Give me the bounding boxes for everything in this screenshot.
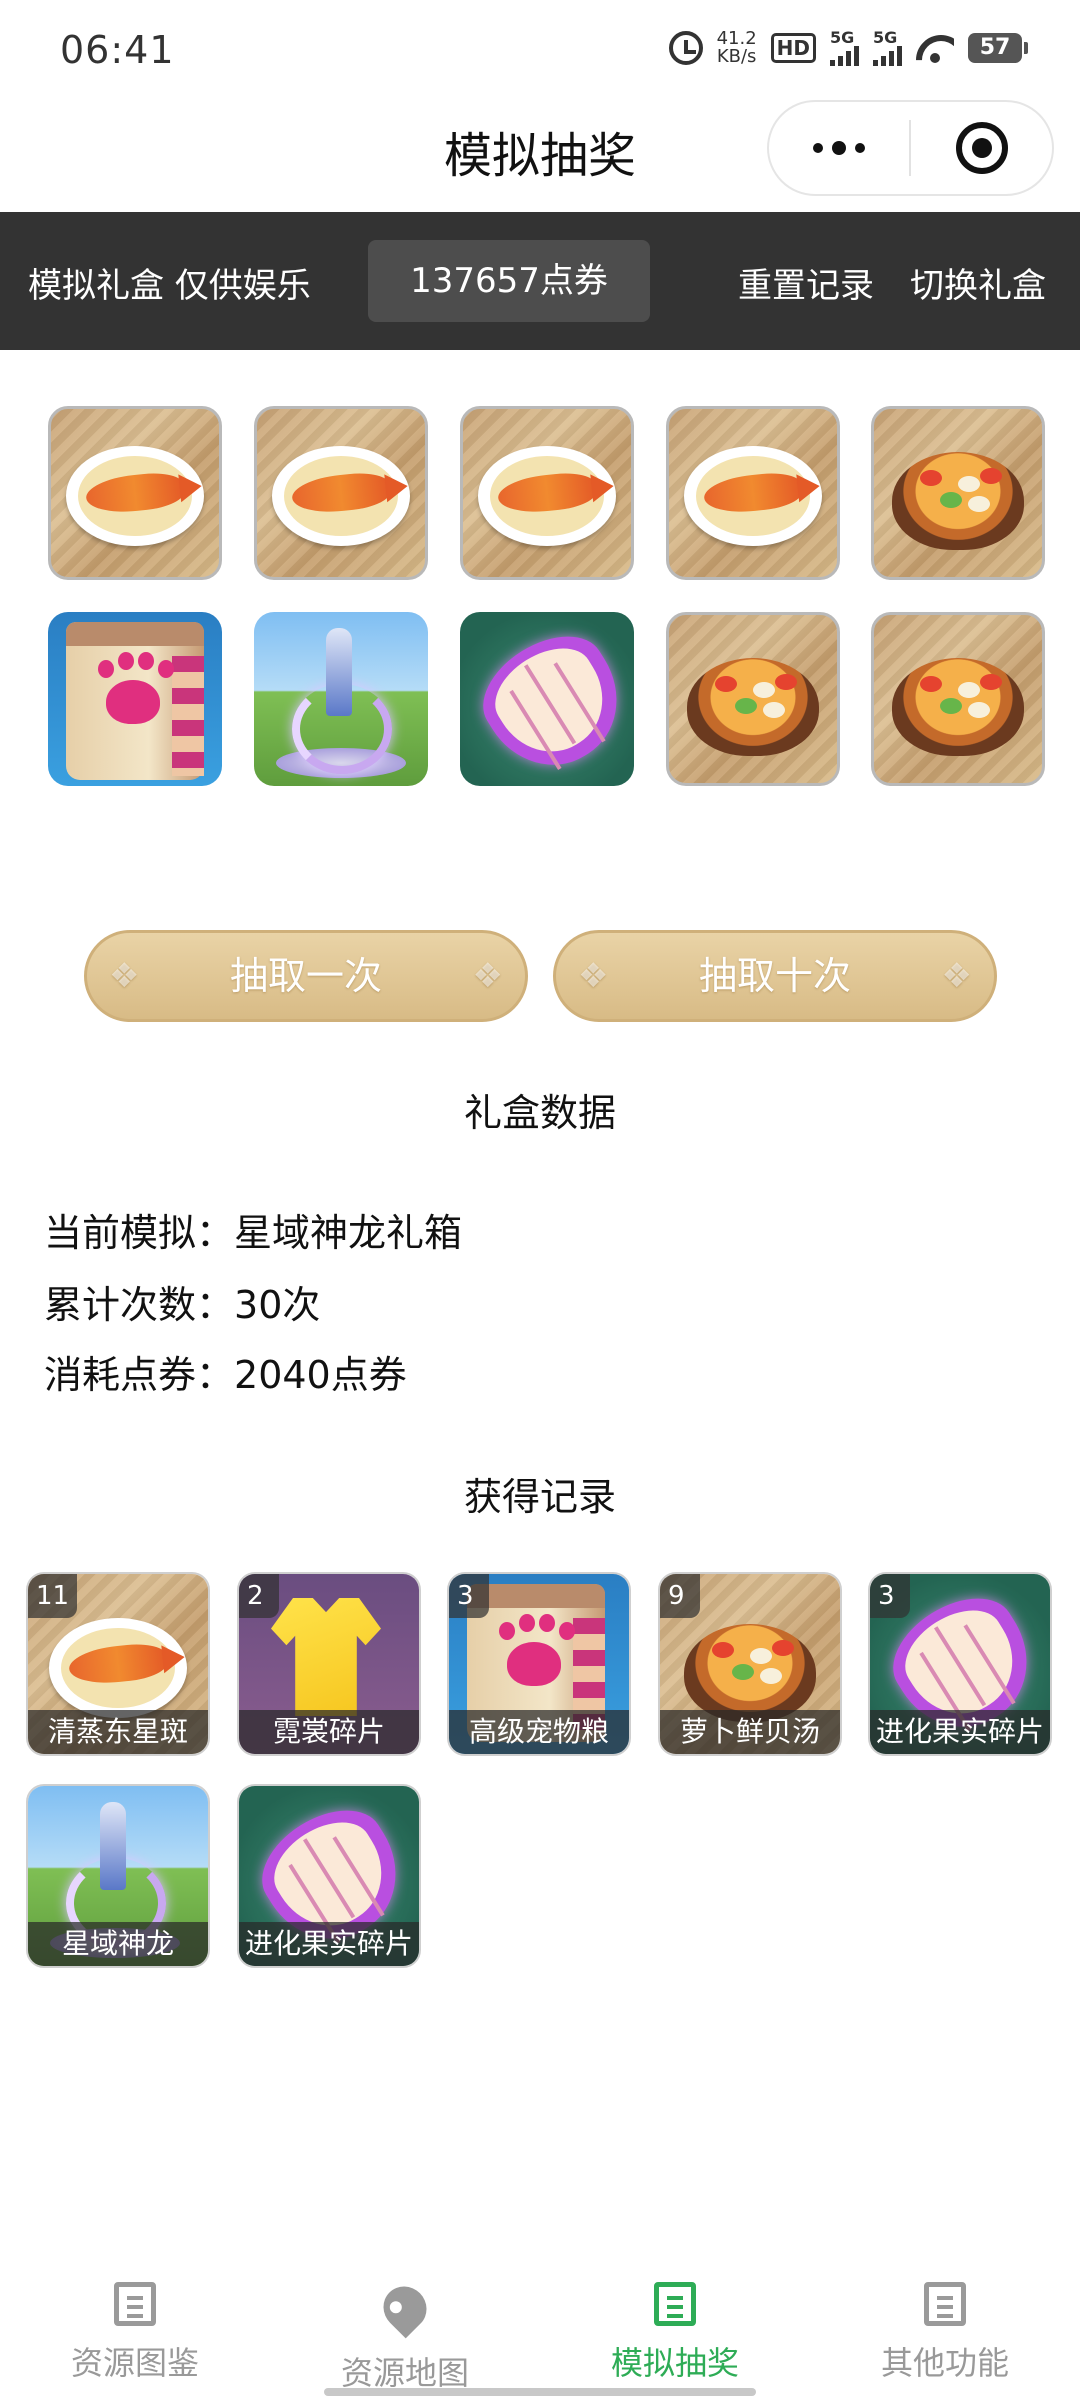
document-icon xyxy=(654,2282,696,2326)
signal-icon-2: 5G xyxy=(873,30,902,66)
status-icons: 41.2 KB/s HD 5G 5G 57 xyxy=(668,30,1028,66)
history-item[interactable]: 3 进化果实碎片 xyxy=(868,1572,1052,1756)
history-item[interactable]: 11 清蒸东星斑 xyxy=(26,1572,210,1756)
reward-item-scallop-soup xyxy=(871,406,1045,580)
status-time: 06:41 xyxy=(60,28,175,72)
soup-bowl-icon xyxy=(892,452,1024,551)
draw-once-button[interactable]: 抽取一次 xyxy=(84,930,528,1022)
points-cost-label: 消耗点券： xyxy=(44,1353,235,1397)
history-item-count: 3 xyxy=(449,1574,489,1618)
history-item-name: 高级宠物粮 xyxy=(449,1710,629,1754)
reward-item-steamed-fish xyxy=(460,406,634,580)
history-heading: 获得记录 xyxy=(463,1475,616,1519)
soup-bowl-icon xyxy=(684,1624,816,1722)
points-cost-value: 2040点券 xyxy=(234,1353,407,1397)
dragon-figure-icon xyxy=(100,1802,126,1890)
tab-resource-guide[interactable]: 资源图鉴 xyxy=(0,2282,270,2384)
reset-record-button[interactable]: 重置记录 xyxy=(738,258,874,307)
draw-count-value: 30次 xyxy=(234,1283,321,1327)
battery-icon: 57 xyxy=(968,33,1028,63)
network-speed: 41.2 KB/s xyxy=(717,30,757,66)
reward-item-evolution-fruit xyxy=(460,612,634,786)
toolbar-label: 模拟礼盒 仅供娱乐 xyxy=(28,266,311,306)
tab-bar: 资源图鉴 资源地图 模拟抽奖 其他功能 xyxy=(0,2260,1080,2400)
reward-item-star-dragon xyxy=(254,612,428,786)
pet-food-bag-icon xyxy=(66,622,204,780)
reward-item-steamed-fish xyxy=(48,406,222,580)
current-box-label: 当前模拟： xyxy=(44,1211,235,1255)
history-item[interactable]: 9 萝卜鲜贝汤 xyxy=(658,1572,842,1756)
history-item-name: 星域神龙 xyxy=(28,1922,208,1966)
document-icon xyxy=(924,2282,966,2326)
reward-item-scallop-soup xyxy=(666,612,840,786)
history-item-count: 11 xyxy=(28,1574,78,1618)
network-speed-unit: KB/s xyxy=(716,46,757,67)
miniprogram-capsule xyxy=(767,100,1054,196)
evolution-fruit-icon xyxy=(465,616,634,786)
reward-item-steamed-fish xyxy=(254,406,428,580)
history-item[interactable]: 星域神龙 xyxy=(26,1784,210,1968)
history-item[interactable]: 2 霓裳碎片 xyxy=(237,1572,421,1756)
tab-simulated-draw[interactable]: 模拟抽奖 xyxy=(540,2282,810,2384)
alarm-icon xyxy=(668,31,703,65)
history-item-name: 清蒸东星斑 xyxy=(28,1710,208,1754)
reward-item-scallop-soup xyxy=(871,612,1045,786)
history-item[interactable]: 进化果实碎片 xyxy=(237,1784,421,1968)
history-item[interactable]: 3 高级宠物粮 xyxy=(447,1572,631,1756)
hd-icon: HD xyxy=(770,33,816,63)
draw-ten-button[interactable]: 抽取十次 xyxy=(553,930,997,1022)
history-item-count: 2 xyxy=(239,1574,279,1618)
history-item-name: 萝卜鲜贝汤 xyxy=(660,1710,840,1754)
signal-2-label: 5G xyxy=(873,28,898,47)
points-balance: 137657点券 xyxy=(368,240,650,322)
current-box-line: 当前模拟：星域神龙礼箱 xyxy=(44,1202,462,1257)
history-item-name: 进化果实碎片 xyxy=(239,1922,419,1966)
paw-icon xyxy=(98,660,160,724)
reward-item-pet-food xyxy=(48,612,222,786)
signal-icon: 5G xyxy=(830,30,859,66)
draw-count-label: 累计次数： xyxy=(44,1283,235,1327)
tab-label: 模拟抽奖 xyxy=(610,2344,739,2382)
paw-icon xyxy=(499,1622,561,1686)
toolbar: 模拟礼盒 仅供娱乐 137657点券 重置记录 切换礼盒 xyxy=(0,212,1080,350)
more-dot-icon xyxy=(813,143,823,153)
tab-label: 资源图鉴 xyxy=(70,2344,199,2382)
more-dot-icon xyxy=(855,143,865,153)
switch-box-button[interactable]: 切换礼盒 xyxy=(910,258,1046,307)
signal-1-label: 5G xyxy=(830,28,855,47)
soup-bowl-icon xyxy=(687,658,819,757)
home-indicator[interactable] xyxy=(324,2388,756,2396)
box-data-heading: 礼盒数据 xyxy=(463,1091,616,1135)
tab-resource-map[interactable]: 资源地图 xyxy=(270,2277,540,2394)
draw-count-line: 累计次数：30次 xyxy=(44,1274,320,1329)
target-icon xyxy=(955,122,1008,174)
history-item-name: 霓裳碎片 xyxy=(239,1710,419,1754)
dragon-figure-icon xyxy=(326,628,352,716)
tab-other-functions[interactable]: 其他功能 xyxy=(810,2282,1080,2384)
history-item-count: 3 xyxy=(870,1574,910,1618)
map-pin-icon xyxy=(374,2277,436,2339)
title-bar: 模拟抽奖 xyxy=(0,100,1080,212)
document-icon xyxy=(114,2282,156,2326)
points-cost-line: 消耗点券：2040点券 xyxy=(44,1344,407,1399)
shirt-icon xyxy=(271,1598,381,1716)
close-miniprogram-button[interactable] xyxy=(911,122,1052,174)
current-box-value: 星域神龙礼箱 xyxy=(234,1211,463,1255)
soup-bowl-icon xyxy=(892,658,1024,757)
history-item-name: 进化果实碎片 xyxy=(870,1710,1050,1754)
wifi-icon xyxy=(916,33,954,63)
reward-item-steamed-fish xyxy=(666,406,840,580)
more-dot-icon xyxy=(832,141,846,155)
tab-label: 其他功能 xyxy=(880,2344,1009,2382)
more-button[interactable] xyxy=(769,100,909,196)
status-bar: 06:41 41.2 KB/s HD 5G 5G 57 xyxy=(0,0,1080,100)
history-item-count: 9 xyxy=(660,1574,700,1618)
